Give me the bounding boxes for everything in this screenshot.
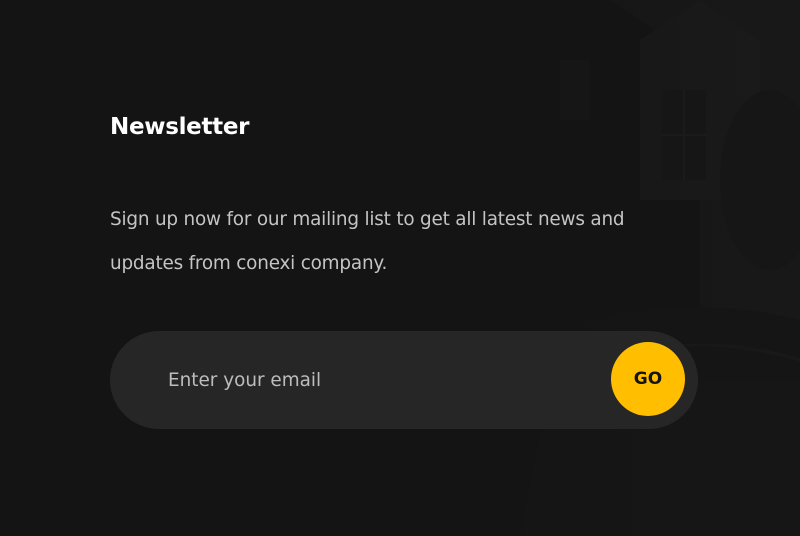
newsletter-form: GO — [110, 331, 698, 429]
email-input[interactable] — [168, 361, 588, 399]
go-button[interactable]: GO — [611, 342, 685, 416]
newsletter-title: Newsletter — [110, 114, 250, 140]
newsletter-section: Newsletter Sign up now for our mailing l… — [110, 110, 710, 429]
newsletter-description: Sign up now for our mailing list to get … — [110, 209, 625, 274]
